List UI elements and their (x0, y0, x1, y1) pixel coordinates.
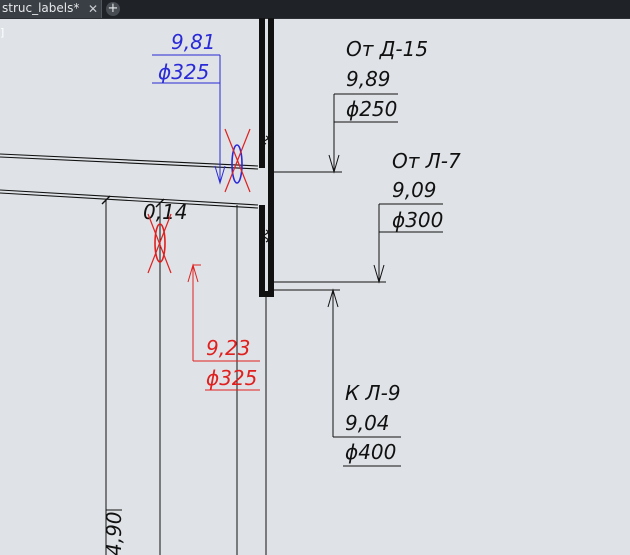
drawing-tab[interactable]: struc_labels* ✕ (0, 0, 102, 18)
manhole-walls (259, 18, 274, 555)
pipe-lower-bottom (0, 192, 259, 209)
pipe-lower-top (0, 189, 259, 206)
pipe-upper-bottom (0, 156, 259, 170)
l9-level-text: 9,04 (345, 411, 390, 435)
drawing-canvas[interactable]: 9,81 ϕ325 От Д-15 9,89 ϕ250 От Л-7 9,09 … (0, 18, 630, 555)
tab-title[interactable]: struc_labels* (2, 1, 79, 15)
l7-diameter-text: ϕ300 (392, 208, 443, 232)
red-callout[interactable]: 0,14 9,23 ϕ325 (143, 200, 260, 391)
vertical-dim-text: 4,90 (102, 511, 126, 555)
slope-text: 0,14 (143, 200, 188, 224)
callout-ot-l7[interactable]: От Л-7 9,09 ϕ300 (373, 149, 461, 284)
add-tab-icon[interactable]: + (106, 2, 120, 16)
l7-level-text: 9,09 (392, 178, 437, 202)
d15-title-text: От Д-15 (346, 37, 428, 61)
vertical-dimension[interactable]: 4,90 (102, 509, 126, 555)
close-icon[interactable]: ✕ (88, 1, 98, 17)
d15-level-text: 9,89 (346, 67, 391, 91)
blue-level-text: 9,81 (171, 30, 216, 54)
l9-title-text: К Л-9 (345, 381, 401, 405)
l9-diameter-text: ϕ400 (345, 440, 396, 464)
red-diameter-text: ϕ325 (206, 366, 257, 390)
l7-title-text: От Л-7 (392, 149, 461, 173)
tab-bar: struc_labels* ✕ + (0, 0, 630, 19)
d15-diameter-text: ϕ250 (346, 97, 397, 121)
callout-k-l9[interactable]: К Л-9 9,04 ϕ400 (327, 288, 401, 467)
blue-diameter-text: ϕ325 (158, 60, 209, 84)
pipe-upper-top (0, 153, 259, 167)
red-level-text: 9,23 (206, 336, 251, 360)
